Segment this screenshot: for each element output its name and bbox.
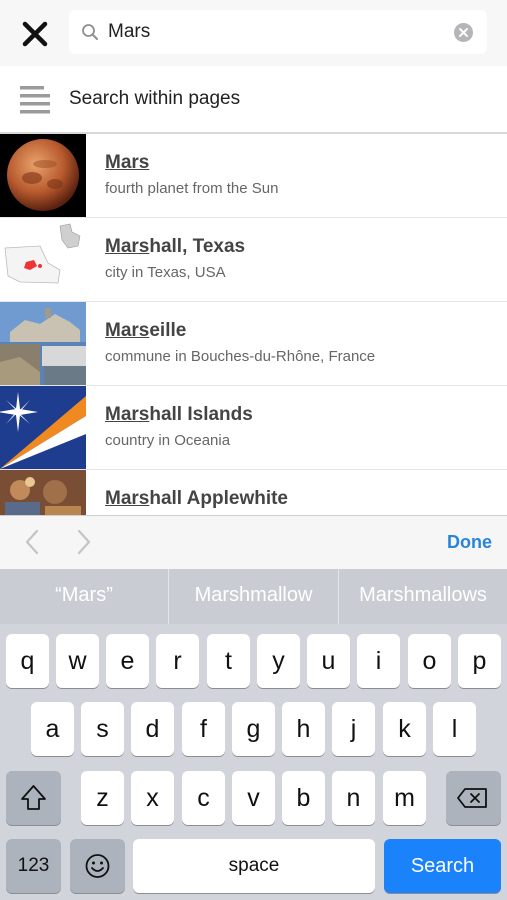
search-results-list: Mars fourth planet from the Sun Marshall… xyxy=(0,134,507,515)
delete-key[interactable] xyxy=(446,771,501,825)
result-description: city in Texas, USA xyxy=(105,264,226,281)
key-d[interactable]: d xyxy=(131,702,174,756)
key-c[interactable]: c xyxy=(182,771,225,825)
result-item[interactable]: Mars fourth planet from the Sun xyxy=(0,134,507,218)
result-item[interactable]: Marshall Applewhite xyxy=(0,470,507,515)
result-item[interactable]: Marshall Islands country in Oceania xyxy=(0,386,507,470)
search-input[interactable] xyxy=(108,10,448,54)
emoji-icon xyxy=(85,854,110,878)
chevron-right-icon[interactable] xyxy=(74,528,94,556)
emoji-key[interactable] xyxy=(70,839,125,893)
key-s[interactable]: s xyxy=(81,702,124,756)
key-j[interactable]: j xyxy=(332,702,375,756)
key-n[interactable]: n xyxy=(332,771,375,825)
key-l[interactable]: l xyxy=(433,702,476,756)
key-t[interactable]: t xyxy=(207,634,250,688)
result-title: Marshall Islands xyxy=(105,404,253,425)
key-e[interactable]: e xyxy=(106,634,149,688)
key-h[interactable]: h xyxy=(282,702,325,756)
list-icon xyxy=(20,86,50,114)
key-u[interactable]: u xyxy=(307,634,350,688)
key-v[interactable]: v xyxy=(232,771,275,825)
key-o[interactable]: o xyxy=(408,634,451,688)
key-x[interactable]: x xyxy=(131,771,174,825)
marshall-islands-flag-thumbnail xyxy=(0,386,86,469)
key-k[interactable]: k xyxy=(383,702,426,756)
key-r[interactable]: r xyxy=(156,634,199,688)
key-w[interactable]: w xyxy=(56,634,99,688)
result-title: Mars xyxy=(105,152,150,173)
shift-key[interactable] xyxy=(6,771,61,825)
texas-map-thumbnail xyxy=(0,218,86,301)
result-title: Marshall, Texas xyxy=(105,236,246,257)
prediction-2[interactable]: Marshmallow xyxy=(169,569,338,624)
marshall-applewhite-thumbnail xyxy=(0,470,86,515)
marseille-thumbnail xyxy=(0,302,86,385)
prediction-3[interactable]: Marshmallows xyxy=(339,569,507,624)
delete-icon xyxy=(457,788,487,808)
result-item[interactable]: Marseille commune in Bouches-du-Rhône, F… xyxy=(0,302,507,386)
key-b[interactable]: b xyxy=(282,771,325,825)
prediction-1[interactable]: “Mars” xyxy=(0,569,168,624)
key-z[interactable]: z xyxy=(81,771,124,825)
done-button[interactable]: Done xyxy=(447,515,492,569)
key-q[interactable]: q xyxy=(6,634,49,688)
close-icon xyxy=(22,21,48,47)
key-i[interactable]: i xyxy=(357,634,400,688)
key-f[interactable]: f xyxy=(182,702,225,756)
key-a[interactable]: a xyxy=(31,702,74,756)
shift-icon xyxy=(21,785,46,810)
key-p[interactable]: p xyxy=(458,634,501,688)
key-m[interactable]: m xyxy=(383,771,426,825)
search-icon xyxy=(82,24,98,40)
space-key[interactable]: space xyxy=(133,839,375,893)
search-key[interactable]: Search xyxy=(384,839,501,893)
search-box[interactable] xyxy=(69,10,487,54)
key-y[interactable]: y xyxy=(257,634,300,688)
mars-thumbnail xyxy=(0,134,86,217)
result-title: Marshall Applewhite xyxy=(105,488,288,509)
result-title: Marseille xyxy=(105,320,187,341)
numbers-key[interactable]: 123 xyxy=(6,839,61,893)
close-button[interactable] xyxy=(18,17,52,51)
result-description: commune in Bouches-du-Rhône, France xyxy=(105,348,376,365)
result-description: fourth planet from the Sun xyxy=(105,180,279,197)
search-within-pages-label: Search within pages xyxy=(69,88,241,109)
clear-icon[interactable] xyxy=(454,23,473,42)
chevron-left-icon[interactable] xyxy=(22,528,42,556)
key-g[interactable]: g xyxy=(232,702,275,756)
result-description: country in Oceania xyxy=(105,432,231,449)
result-item[interactable]: Marshall, Texas city in Texas, USA xyxy=(0,218,507,302)
